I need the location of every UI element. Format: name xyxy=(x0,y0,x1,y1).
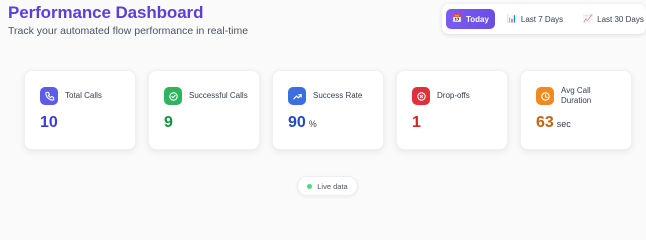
stat-unit: % xyxy=(308,119,317,129)
live-data-label: Live data xyxy=(317,181,348,191)
calendar-icon: 📅 xyxy=(452,14,462,23)
clock-icon xyxy=(536,87,554,105)
range-30-days-button[interactable]: 📈 Last 30 Days xyxy=(577,9,646,29)
range-today-label: Today xyxy=(465,14,489,24)
stat-value-number: 1 xyxy=(412,114,421,131)
x-circle-icon xyxy=(412,87,430,105)
stat-value: 63 sec xyxy=(536,114,571,133)
page-title: Performance Dashboard xyxy=(8,3,204,22)
stat-card-avg-call-duration: Avg Call Duration 63 sec xyxy=(520,70,632,150)
stat-label: Drop-offs xyxy=(437,91,470,100)
stat-value: 90 % xyxy=(288,114,317,133)
stat-value-number: 63 xyxy=(536,114,554,131)
stat-value-number: 9 xyxy=(164,114,173,131)
stat-label: Avg Call Duration xyxy=(561,86,592,105)
check-circle-icon xyxy=(164,87,182,105)
dashboard-page: Performance Dashboard Track your automat… xyxy=(0,0,646,210)
stat-label: Successful Calls xyxy=(189,91,248,100)
range-7-days-label: Last 7 Days xyxy=(520,14,564,24)
date-range-selector: 📅 Today 📊 Last 7 Days 📈 Last 30 Days xyxy=(442,4,646,34)
stat-card-success-rate: Success Rate 90 % xyxy=(272,70,384,150)
trending-up-icon xyxy=(288,87,306,105)
live-data-indicator: Live data xyxy=(297,176,358,196)
stat-label: Total Calls xyxy=(65,91,102,100)
bar-chart-icon: 📊 xyxy=(506,14,517,23)
stat-label: Success Rate xyxy=(313,91,363,100)
stat-value-number: 10 xyxy=(40,114,58,131)
phone-icon xyxy=(40,87,58,105)
line-chart-icon: 📈 xyxy=(583,14,594,23)
stat-value: 9 xyxy=(164,114,173,132)
range-30-days-label: Last 30 Days xyxy=(597,14,644,24)
range-7-days-button[interactable]: 📊 Last 7 Days xyxy=(501,9,569,29)
stat-value-number: 90 xyxy=(288,114,306,131)
range-today-button[interactable]: 📅 Today xyxy=(446,9,495,29)
stat-value: 1 xyxy=(412,114,421,132)
live-status-dot xyxy=(307,183,313,189)
stat-card-drop-offs: Drop-offs 1 xyxy=(396,70,508,150)
stat-unit: sec xyxy=(556,119,571,129)
page-subtitle: Track your automated flow performance in… xyxy=(8,25,249,37)
stat-card-total-calls: Total Calls 10 xyxy=(24,70,136,150)
stat-card-successful-calls: Successful Calls 9 xyxy=(148,70,260,150)
stat-value: 10 xyxy=(40,114,58,132)
